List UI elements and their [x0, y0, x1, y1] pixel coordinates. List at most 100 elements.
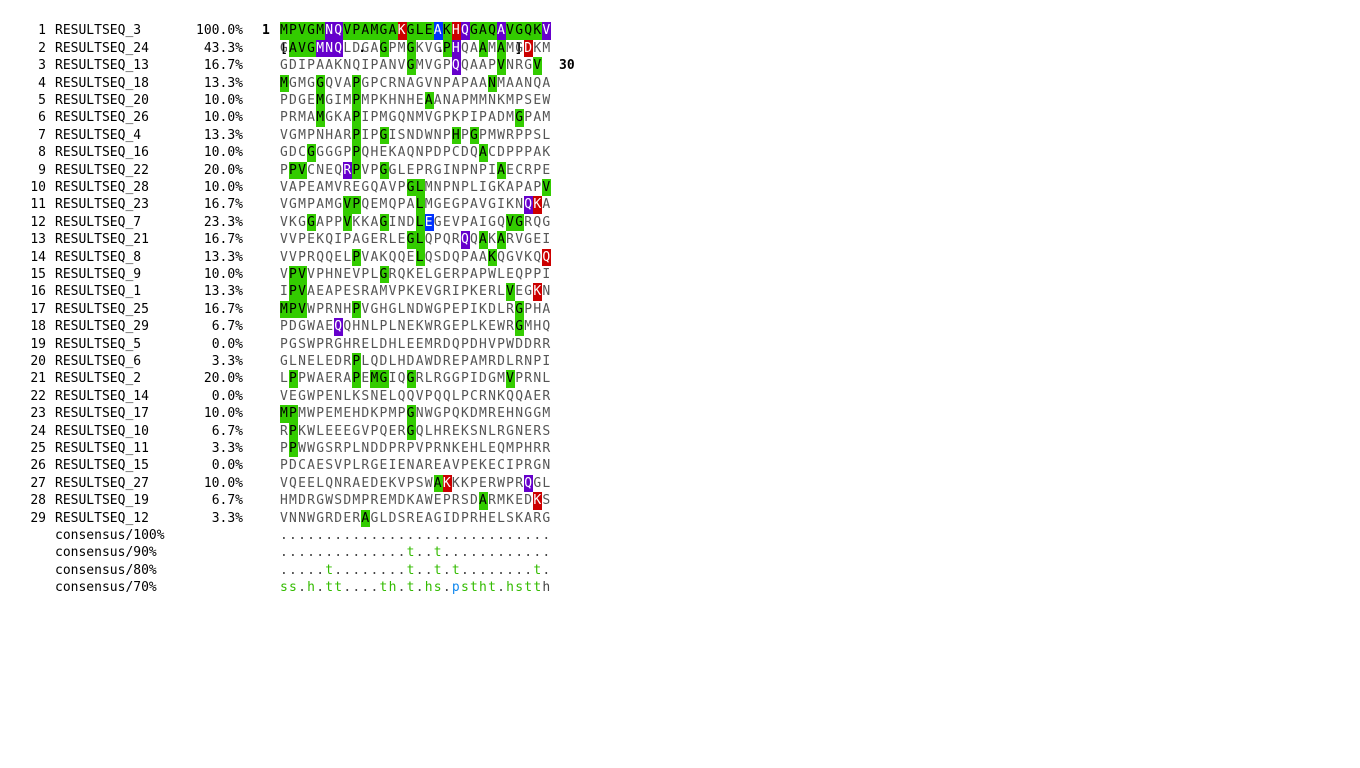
residue: Q: [289, 475, 297, 491]
identity-percent: 16.7%: [203, 197, 243, 213]
consensus-symbol: s: [289, 580, 297, 596]
residue: A: [307, 458, 315, 474]
residue: V: [479, 197, 487, 213]
residue: E: [343, 510, 352, 526]
consensus-symbol: .: [370, 527, 379, 543]
residue: A: [533, 110, 542, 126]
residue: G: [515, 40, 524, 56]
residue: A: [451, 92, 460, 108]
residue: N: [542, 284, 551, 300]
residue: G: [433, 510, 442, 526]
residue: K: [334, 58, 343, 74]
residue: W: [542, 92, 551, 108]
residue: P: [460, 266, 469, 282]
identity-percent: 13.3%: [203, 75, 243, 91]
residue: P: [460, 75, 469, 91]
consensus-symbol: .: [316, 562, 325, 578]
row-index: 3: [38, 58, 46, 74]
residue: K: [479, 458, 487, 474]
residue: N: [298, 353, 306, 369]
residue: E: [460, 440, 469, 456]
row-index: 19: [30, 336, 46, 352]
residue: G: [406, 422, 416, 440]
residue: V: [361, 301, 370, 317]
sequence-name: RESULTSEQ_26: [55, 110, 149, 126]
residue: W: [488, 266, 496, 282]
residue: W: [298, 440, 306, 456]
residue: A: [370, 249, 379, 265]
row-index: 20: [30, 353, 46, 369]
consensus-symbol: .: [325, 545, 334, 561]
residue: P: [289, 22, 299, 40]
residue: P: [334, 284, 343, 300]
residue: P: [406, 475, 415, 491]
residue: M: [479, 353, 487, 369]
alignment-ruler: 1 [ . . ] 30: [0, 5, 575, 73]
residue: P: [280, 319, 288, 335]
residue: L: [280, 371, 288, 387]
residue: Q: [424, 249, 433, 265]
residue: V: [424, 284, 433, 300]
residue: K: [533, 283, 543, 301]
consensus-symbol: .: [488, 527, 496, 543]
residue: N: [433, 127, 442, 143]
residue: A: [479, 58, 487, 74]
residue: M: [298, 197, 306, 213]
residue: G: [433, 40, 442, 56]
consensus-symbol: t: [533, 580, 542, 596]
sequence-residues: GDIPAAKNQIPANVGMVGPQQAAPVNRGV: [280, 57, 543, 75]
residue: G: [406, 405, 416, 423]
sequence-residues: RPKWLEEEGVPQERGQLHREKSNLRGNERS: [280, 422, 551, 440]
residue: S: [298, 336, 306, 352]
residue: E: [442, 214, 451, 230]
consensus-symbol: .: [379, 562, 388, 578]
consensus-symbol: .: [334, 527, 343, 543]
identity-percent: 13.3%: [203, 127, 243, 143]
residue: Q: [524, 22, 534, 40]
residue: S: [325, 458, 334, 474]
residue: G: [524, 232, 533, 248]
residue: P: [460, 336, 469, 352]
residue: E: [370, 232, 379, 248]
residue: P: [424, 388, 433, 404]
residue: P: [352, 161, 362, 179]
residue: E: [451, 353, 460, 369]
residue: L: [388, 232, 397, 248]
residue: R: [307, 493, 315, 509]
consensus-symbol: t: [379, 580, 388, 596]
residue: P: [460, 301, 469, 317]
consensus-symbol: t: [433, 545, 442, 561]
residue: E: [379, 493, 388, 509]
residue: L: [397, 162, 406, 178]
residue: E: [325, 353, 334, 369]
residue: H: [451, 39, 461, 58]
residue: S: [352, 284, 361, 300]
residue: E: [424, 22, 434, 40]
consensus-symbol: .: [352, 527, 361, 543]
residue: V: [397, 475, 406, 491]
residue: H: [433, 423, 442, 439]
residue: N: [524, 75, 533, 91]
residue: M: [497, 493, 505, 509]
residue: W: [424, 319, 433, 335]
residue: R: [280, 423, 288, 439]
residue: R: [325, 510, 334, 526]
residue: R: [488, 475, 496, 491]
consensus-symbol: .: [451, 527, 460, 543]
residue: V: [298, 161, 308, 179]
residue: D: [515, 336, 524, 352]
residue: S: [433, 249, 442, 265]
residue: P: [533, 162, 542, 178]
residue: G: [488, 197, 496, 213]
residue: A: [479, 75, 487, 91]
residue: K: [469, 284, 478, 300]
residue: V: [298, 300, 308, 319]
residue: H: [379, 301, 388, 317]
sequence-residues: GLNELEDRPLQDLHDAWDREPAMRDLRNPI: [280, 352, 551, 371]
residue: C: [307, 162, 315, 178]
consensus-symbol: .: [542, 527, 551, 543]
residue: R: [506, 301, 514, 317]
residue: P: [515, 371, 524, 387]
residue: Q: [442, 232, 451, 248]
residue: M: [524, 319, 533, 335]
